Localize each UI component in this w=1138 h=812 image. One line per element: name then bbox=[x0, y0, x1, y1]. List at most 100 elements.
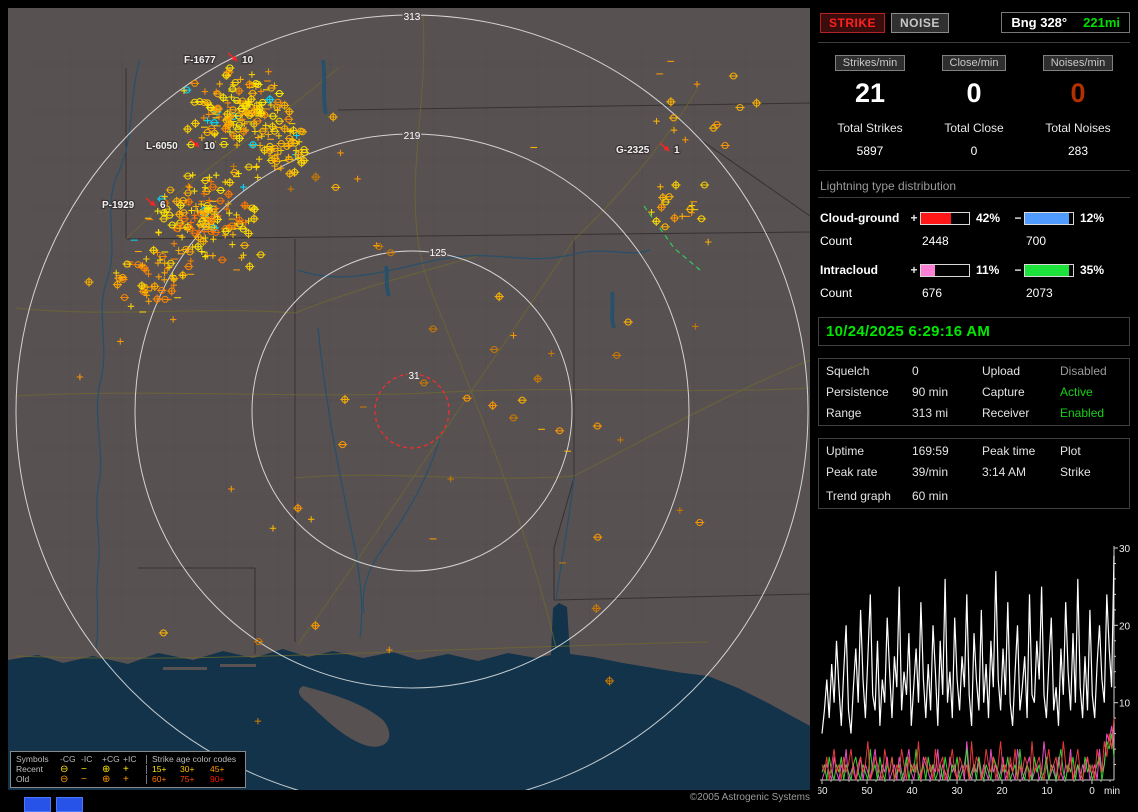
receiver-value: Enabled bbox=[1060, 406, 1105, 420]
storm-cell-name: G-2325 bbox=[616, 145, 650, 156]
legend-header: +IC bbox=[123, 753, 137, 764]
uptime-label: Uptime bbox=[826, 444, 865, 458]
ring-label-31: 31 bbox=[408, 371, 420, 382]
noises-per-min-value: 0 bbox=[1070, 78, 1086, 108]
legend-symbol-icon: + bbox=[123, 773, 129, 785]
legend-header: +CG bbox=[102, 753, 120, 764]
svg-text:60: 60 bbox=[818, 786, 828, 797]
distribution-title: Lightning type distribution bbox=[818, 179, 1130, 198]
section-divider bbox=[818, 170, 1130, 171]
legend-symbol-icon: ⊕ bbox=[102, 763, 111, 775]
strikes-stat: Strikes/min 21 Total Strikes 5897 bbox=[818, 55, 922, 158]
count-label: Count bbox=[820, 234, 853, 248]
ring-label-125: 125 bbox=[430, 248, 447, 259]
total-noises-label: Total Noises bbox=[1045, 121, 1111, 135]
peak-rate-label: Peak rate bbox=[826, 465, 878, 479]
storm-cell-count: 1 bbox=[674, 145, 680, 156]
range-value: 313 mi bbox=[912, 406, 949, 420]
plus-sign: + bbox=[910, 263, 918, 277]
dist-bar-minus bbox=[1024, 263, 1074, 277]
plus-count: 676 bbox=[922, 286, 943, 300]
legend-age-header: Strike age color codes bbox=[146, 754, 240, 764]
squelch-label: Squelch bbox=[826, 364, 870, 378]
legend-symbol-icon: − bbox=[81, 763, 87, 775]
radar-map[interactable]: 313 219 125 31 F-1677 10 L-6050 10 P-1929 6 G-… bbox=[8, 8, 810, 790]
plot-mode-value[interactable]: Strike bbox=[1060, 465, 1122, 479]
bearing-distance: 221mi bbox=[1083, 15, 1120, 30]
capture-label: Capture bbox=[982, 385, 1025, 399]
persistence-label: Persistence bbox=[826, 385, 889, 399]
uptime-value: 169:59 bbox=[912, 444, 949, 458]
lake-pontchartrain bbox=[300, 665, 340, 683]
trend-graph-value: 60 min bbox=[912, 489, 949, 503]
minus-pct: 35% bbox=[1080, 263, 1105, 277]
dist-bar-minus bbox=[1024, 211, 1074, 225]
trend-graph: 10 20 30 60 50 40 30 20 10 0 min bbox=[818, 544, 1130, 797]
svg-text:40: 40 bbox=[906, 786, 918, 797]
ring-label-219: 219 bbox=[404, 131, 421, 142]
storm-cell-name: L-6050 bbox=[146, 141, 178, 152]
total-strikes-value: 5897 bbox=[856, 144, 884, 158]
rate-stats: Strikes/min 21 Total Strikes 5897 Close/… bbox=[818, 55, 1130, 158]
svg-text:50: 50 bbox=[861, 786, 873, 797]
info-box: Uptime 169:59 Peak time Plot Peak rate 3… bbox=[818, 438, 1130, 509]
legend-age-value: 75+ bbox=[180, 773, 195, 784]
total-close-label: Total Close bbox=[944, 121, 1004, 135]
plot-label[interactable]: Plot bbox=[1060, 444, 1122, 458]
receiver-label: Receiver bbox=[982, 406, 1030, 420]
plus-pct: 42% bbox=[976, 211, 1001, 225]
noise-button[interactable]: NOISE bbox=[891, 12, 949, 33]
minus-sign: − bbox=[1014, 263, 1022, 277]
total-noises-value: 283 bbox=[1067, 144, 1089, 158]
taskbar-button[interactable] bbox=[56, 797, 83, 812]
taskbar-button[interactable] bbox=[24, 797, 51, 812]
count-label: Count bbox=[820, 286, 853, 300]
minus-count: 700 bbox=[1026, 234, 1047, 248]
legend-age-value: 90+ bbox=[210, 773, 225, 784]
close-stat: Close/min 0 Total Close 0 bbox=[922, 55, 1026, 158]
dist-bar-plus bbox=[920, 263, 970, 277]
dist-bar-plus bbox=[920, 211, 970, 225]
upload-label: Upload bbox=[982, 364, 1021, 378]
legend-header: Symbols bbox=[16, 753, 49, 764]
svg-text:10: 10 bbox=[1041, 786, 1053, 797]
barrier-island bbox=[163, 667, 207, 670]
distribution-row-intracloud: Intracloud + 11% − 35% bbox=[818, 259, 1130, 281]
range-label: Range bbox=[826, 406, 862, 420]
strike-button[interactable]: STRIKE bbox=[820, 12, 886, 33]
minus-count: 2073 bbox=[1026, 286, 1053, 300]
plus-pct: 11% bbox=[976, 263, 1000, 277]
svg-text:20: 20 bbox=[1119, 621, 1130, 632]
distribution-row-cloud-ground: Cloud-ground + 42% − 12% bbox=[818, 207, 1130, 229]
svg-text:20: 20 bbox=[996, 786, 1008, 797]
peak-time-value: 3:14 AM bbox=[982, 465, 1027, 479]
legend-symbol-icon: ⊖ bbox=[60, 763, 69, 775]
legend-symbol-icon: + bbox=[123, 763, 129, 775]
plus-count: 2448 bbox=[922, 234, 949, 248]
legend-header: -CG bbox=[60, 753, 76, 764]
legend-age-value: 45+ bbox=[210, 763, 225, 774]
capture-value: Active bbox=[1060, 385, 1093, 399]
barrier-island bbox=[220, 664, 256, 667]
peak-rate-value: 39/min bbox=[912, 465, 949, 479]
squelch-value: 0 bbox=[912, 364, 919, 378]
minus-pct: 12% bbox=[1080, 211, 1105, 225]
map-canvas[interactable]: 313 219 125 31 F-1677 10 L-6050 10 P-1929 6 G-… bbox=[8, 8, 810, 790]
strikes-per-min-label: Strikes/min bbox=[834, 55, 906, 71]
count-row-cloud-ground: Count 2448 700 bbox=[818, 229, 1130, 253]
total-strikes-label: Total Strikes bbox=[837, 121, 903, 135]
map-legend: Symbols -CG -IC +CG +IC Strike age color code… bbox=[10, 751, 246, 788]
panel-topbar: STRIKE NOISE Bng 328° 221mi bbox=[818, 8, 1130, 43]
peak-time-label: Peak time bbox=[982, 444, 1036, 458]
legend-symbol-icon: ⊕ bbox=[102, 773, 111, 785]
legend-age-value: 15+ bbox=[146, 764, 180, 774]
legend-row-label: Recent bbox=[16, 763, 43, 774]
storm-cell-count: 6 bbox=[160, 200, 166, 211]
settings-box: Squelch 0 Upload Disabled Persistence 90… bbox=[818, 358, 1130, 426]
storm-cell-name: P-1929 bbox=[102, 200, 135, 211]
legend-symbol-icon: ⊖ bbox=[60, 773, 69, 785]
legend-age-value: 60+ bbox=[146, 774, 180, 784]
storm-cell-count: 10 bbox=[242, 55, 254, 66]
upload-value: Disabled bbox=[1060, 364, 1107, 378]
legend-symbol-icon: − bbox=[81, 773, 87, 785]
